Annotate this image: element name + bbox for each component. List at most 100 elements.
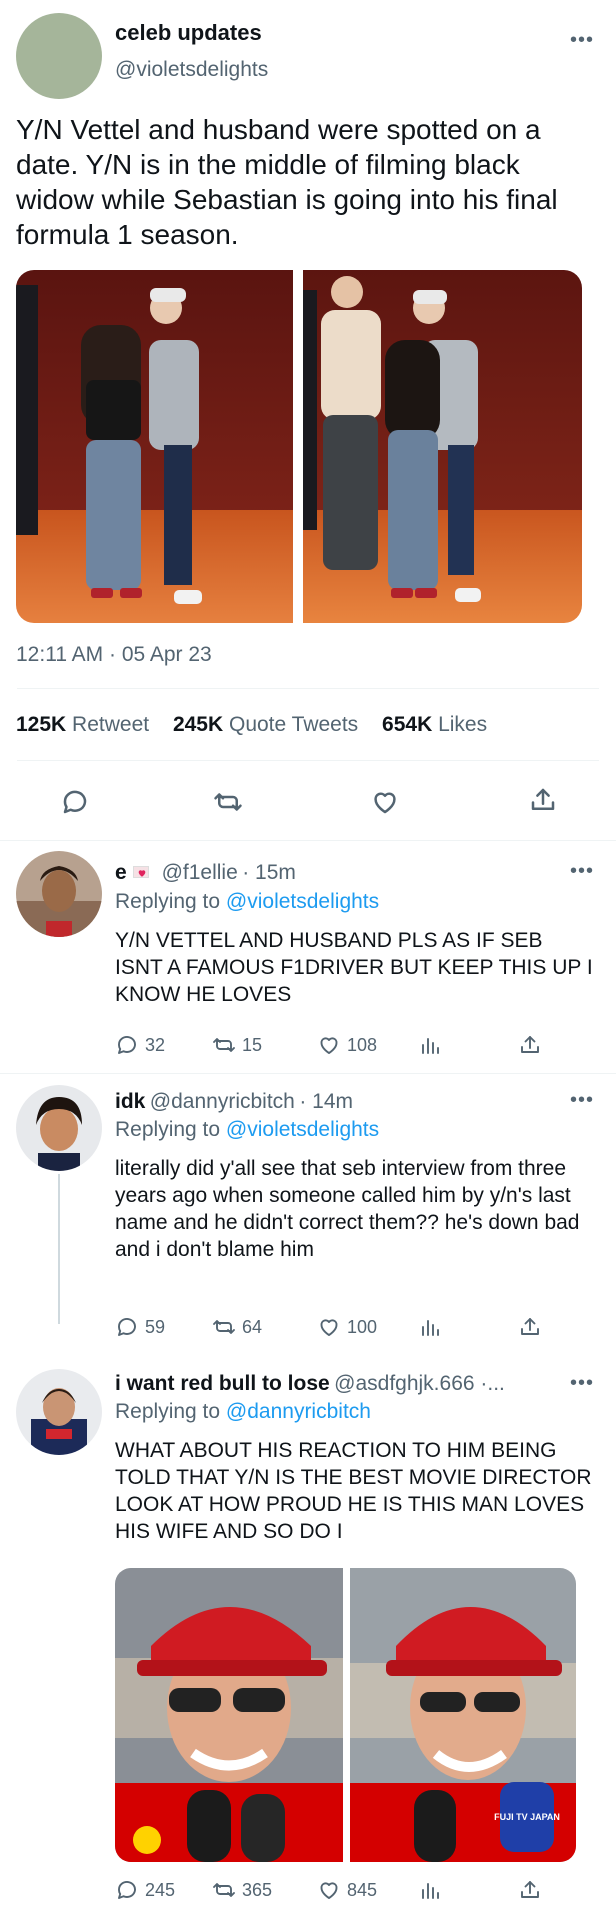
- reply-2-retweet-action[interactable]: 64: [212, 1315, 262, 1339]
- reply-3-replying-to: Replying to @dannyricbitch: [115, 1400, 371, 1424]
- tweet-photo-2[interactable]: [303, 270, 582, 623]
- reply-1-time[interactable]: · 15m: [242, 861, 296, 884]
- reply-2-handle[interactable]: @dannyricbitch: [150, 1090, 295, 1113]
- reply-2-analytics-action[interactable]: [418, 1315, 442, 1339]
- avatar-celeb-updates[interactable]: [16, 13, 102, 99]
- like-count: 108: [347, 1034, 378, 1055]
- reply-icon[interactable]: [60, 787, 90, 817]
- reply-3-text: WHAT ABOUT HIS REACTION TO HIM BEING TOL…: [115, 1439, 592, 1543]
- reply-2-display-name[interactable]: idk: [115, 1090, 145, 1113]
- tweet-timestamp[interactable]: 12:11 AM · 05 Apr 23: [16, 643, 212, 667]
- heart-icon: [320, 1319, 338, 1336]
- retweet-icon: [213, 1038, 235, 1052]
- reply-3-photo-1[interactable]: [115, 1568, 343, 1862]
- reply-3-like-action[interactable]: 845: [317, 1878, 377, 1902]
- driver-photo-illustration: [115, 1568, 343, 1862]
- retweet-count: 365: [242, 1879, 273, 1900]
- retweets-count: 125K: [16, 713, 67, 736]
- retweet-count: 15: [242, 1034, 263, 1055]
- couple-photo-illustration-2: [303, 270, 582, 623]
- reply-3-analytics-action[interactable]: [418, 1878, 442, 1902]
- reply-1-reply-action[interactable]: 32: [115, 1033, 165, 1057]
- retweet-icon: [213, 1320, 235, 1334]
- replying-to-link[interactable]: @violetsdelights: [226, 1118, 379, 1141]
- retweet-icon[interactable]: [212, 787, 244, 817]
- avatar-image: [16, 1369, 102, 1455]
- reply-2-like-action[interactable]: 100: [317, 1315, 377, 1339]
- retweets-label: Retweet: [72, 713, 150, 736]
- reply-3-photo-2[interactable]: FUJI TV JAPAN: [350, 1568, 576, 1862]
- thread-line: [58, 1174, 60, 1324]
- reply-icon: [118, 1036, 136, 1054]
- more-icon[interactable]: •••: [570, 861, 594, 881]
- likes-stat[interactable]: 654K Likes: [382, 713, 487, 736]
- replying-to-link[interactable]: @violetsdelights: [226, 890, 379, 913]
- replying-prefix: Replying to: [115, 1400, 221, 1423]
- retweet-count: 64: [242, 1316, 263, 1337]
- reply-2-text: literally did y'all see that seb intervi…: [115, 1157, 580, 1261]
- analytics-icon: [422, 1038, 439, 1054]
- reply-3-header: i want red bull to lose @asdfghjk.666 ·.…: [115, 1372, 505, 1396]
- reply-3-display-name[interactable]: i want red bull to lose: [115, 1372, 330, 1395]
- reply-2-share-action[interactable]: [518, 1315, 542, 1339]
- quotes-label: Quote Tweets: [228, 713, 359, 736]
- reply-1-analytics-action[interactable]: [418, 1033, 442, 1057]
- mic-label: FUJI TV JAPAN: [494, 1812, 560, 1822]
- reply-2-time[interactable]: · 14m: [299, 1090, 353, 1113]
- avatar-f1ellie[interactable]: [16, 851, 102, 937]
- reply-2-header: idk @dannyricbitch · 14m: [115, 1090, 353, 1114]
- avatar-image: [16, 851, 102, 937]
- more-icon[interactable]: •••: [570, 1090, 594, 1110]
- share-icon: [521, 1881, 539, 1898]
- replying-prefix: Replying to: [115, 1118, 221, 1141]
- reply-count: 32: [145, 1034, 166, 1055]
- share-icon[interactable]: [528, 785, 558, 815]
- heart-icon: [320, 1037, 338, 1054]
- like-count: 845: [347, 1879, 378, 1900]
- reply-1-retweet-action[interactable]: 15: [212, 1033, 262, 1057]
- reply-3-retweet-action[interactable]: 365: [212, 1878, 272, 1902]
- author-display-name[interactable]: celeb updates: [115, 20, 262, 46]
- reply-1-handle[interactable]: @f1ellie: [162, 861, 238, 884]
- reply-3-share-action[interactable]: [518, 1878, 542, 1902]
- heart-icon: [320, 1882, 338, 1899]
- likes-count: 654K: [382, 713, 433, 736]
- more-icon[interactable]: •••: [570, 30, 594, 50]
- reply-1-display-name[interactable]: e: [115, 861, 127, 884]
- share-icon: [521, 1036, 539, 1053]
- reply-count: 59: [145, 1316, 166, 1337]
- analytics-icon: [422, 1320, 439, 1336]
- avatar-asdfghjk[interactable]: [16, 1369, 102, 1455]
- retweet-icon: [213, 1883, 235, 1897]
- couple-photo-illustration: [16, 270, 293, 623]
- reply-icon: [118, 1881, 136, 1899]
- divider: [0, 840, 616, 841]
- reply-3-handle[interactable]: @asdfghjk.666 ·...: [334, 1372, 505, 1395]
- divider: [17, 760, 599, 761]
- reply-2-reply-action[interactable]: 59: [115, 1315, 165, 1339]
- retweets-stat[interactable]: 125K Retweet: [16, 713, 149, 736]
- heart-badge-icon: [133, 866, 150, 878]
- more-icon[interactable]: •••: [570, 1373, 594, 1393]
- reply-1-share-action[interactable]: [518, 1033, 542, 1057]
- analytics-icon: [422, 1883, 439, 1899]
- avatar-dannyricbitch[interactable]: [16, 1085, 102, 1171]
- tweet-photo-1[interactable]: [16, 270, 293, 623]
- heart-icon[interactable]: [370, 787, 400, 817]
- replying-prefix: Replying to: [115, 890, 221, 913]
- reply-2-replying-to: Replying to @violetsdelights: [115, 1118, 379, 1142]
- reply-1-like-action[interactable]: 108: [317, 1033, 377, 1057]
- driver-photo-illustration-2: FUJI TV JAPAN: [350, 1568, 576, 1862]
- replying-to-link[interactable]: @dannyricbitch: [226, 1400, 371, 1423]
- reply-1-replying-to: Replying to @violetsdelights: [115, 890, 379, 914]
- tweet-text: Y/N Vettel and husband were spotted on a…: [16, 114, 558, 250]
- engagement-stats: 125K Retweet 245K Quote Tweets 654K Like…: [16, 713, 487, 737]
- reply-1-header: e @f1ellie · 15m: [115, 861, 296, 885]
- reply-3-reply-action[interactable]: 245: [115, 1878, 175, 1902]
- quotes-stat[interactable]: 245K Quote Tweets: [173, 713, 358, 736]
- divider: [0, 1073, 616, 1074]
- reply-count: 245: [145, 1879, 176, 1900]
- author-handle[interactable]: @violetsdelights: [115, 58, 268, 82]
- share-icon: [521, 1318, 539, 1335]
- likes-label: Likes: [438, 713, 488, 736]
